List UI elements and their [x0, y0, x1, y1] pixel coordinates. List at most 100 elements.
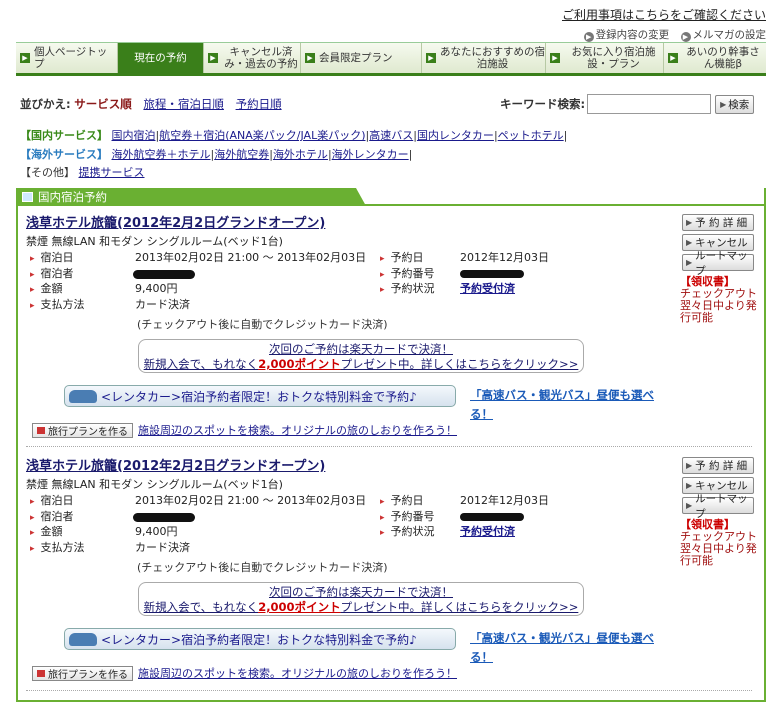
search-button-label: 検索: [728, 98, 750, 111]
service-pet-hotel[interactable]: ペットホテル: [498, 129, 564, 142]
overseas-services: 【海外サービス】 海外航空券＋ホテル|海外航空券|海外ホテル|海外レンタカー|: [20, 148, 413, 161]
search-button[interactable]: ▶ 検索: [715, 94, 755, 114]
field-checkin: 2013年02月02日 21:00 ～ 2013年02月03日: [135, 494, 367, 507]
payment-note: (チェックアウト後に自動でクレジットカード決済): [137, 561, 388, 574]
travel-plan-button[interactable]: 旅行プランを作る: [32, 665, 133, 681]
tab-label: お気に入り宿泊施設・プラン: [571, 46, 656, 70]
promo-line2c: プレゼント中。詳しくはこちらをクリック>>: [340, 600, 579, 614]
status-link[interactable]: 予約受付済: [460, 280, 515, 296]
room-type: 禁煙 無線LAN 和モダン シングルルーム(ベッド1台): [26, 478, 283, 491]
promo-points: 2,000ポイント: [258, 600, 341, 614]
service-domestic-rentacar[interactable]: 国内レンタカー: [417, 129, 494, 142]
travel-plan-button[interactable]: 旅行プランを作る: [32, 422, 133, 438]
change-registration-label[interactable]: 登録内容の変更: [596, 29, 670, 41]
route-map-button[interactable]: ▶ ルートマップ: [682, 493, 754, 520]
keyword-label: キーワード検索:: [500, 97, 586, 111]
detail-button[interactable]: ▶ 予 約 詳 細: [682, 457, 754, 474]
promo-line1: 次回のご予約は楽天カードで決済！: [269, 342, 453, 356]
sort-by-reservation-date[interactable]: 予約日順: [236, 97, 282, 111]
detail-button-label: 予 約 詳 細: [695, 460, 748, 472]
bus-link[interactable]: 「高速バス・観光バス」昼便も選べる！: [470, 629, 660, 667]
hotel-name-link[interactable]: 浅草ホテル旅籠(2012年2月2日グランドオープン): [26, 212, 325, 231]
mail-settings-link[interactable]: ▶ メルマガの設定: [680, 29, 767, 42]
detail-button[interactable]: ▶ 予 約 詳 細: [682, 214, 754, 231]
tab-cancelled-past[interactable]: ▶ キャンセル済み・過去の予約: [204, 43, 301, 73]
service-overseas-hotel[interactable]: 海外ホテル: [273, 148, 328, 161]
bus-link[interactable]: 「高速バス・観光バス」昼便も選べる！: [470, 386, 660, 424]
keyword-search: キーワード検索: ▶ 検索: [500, 94, 755, 114]
change-registration-link[interactable]: ▶ 登録内容の変更: [583, 29, 670, 42]
tab-mypage-top[interactable]: ▶ 個人ページトップ: [16, 43, 118, 73]
service-overseas-rentacar[interactable]: 海外レンタカー: [332, 148, 409, 161]
field-date-label: ▸ 予約日: [380, 251, 424, 264]
promo-line2a: 新規入会で、もれなく: [143, 600, 259, 614]
field-guest-label: ▸ 宿泊者: [30, 510, 74, 523]
service-partner[interactable]: 提携サービス: [79, 166, 145, 179]
field-checkin-label: ▸ 宿泊日: [30, 251, 74, 264]
divider: [26, 690, 752, 691]
field-payment: カード決済: [135, 298, 190, 311]
field-date-label: ▸ 予約日: [380, 494, 424, 507]
field-checkin-label: ▸ 宿泊日: [30, 494, 74, 507]
sort-current: サービス順: [74, 97, 132, 111]
field-price: 9,400円: [135, 282, 178, 295]
arrow-icon: ▶: [686, 258, 693, 267]
field-date: 2012年12月03日: [460, 251, 549, 264]
tab-label: あなたにおすすめの宿泊施設: [440, 46, 545, 70]
rental-car-banner[interactable]: <レンタカー>宿泊予約者限定！おトクな特別料金で予約♪: [64, 385, 456, 407]
field-status-label: ▸ 予約状況: [380, 282, 435, 295]
arrow-icon: ▶: [668, 53, 678, 63]
flag-icon: [37, 669, 45, 677]
arrow-icon: ▶: [686, 461, 693, 470]
field-payment-label: ▸ 支払方法: [30, 298, 85, 311]
car-icon: [69, 632, 97, 646]
guest-redacted: [133, 510, 195, 523]
receipt-body: チェックアウト翌々日中より発行可能: [680, 287, 757, 324]
monitor-icon: [22, 192, 33, 202]
hotel-name-link[interactable]: 浅草ホテル旅籠(2012年2月2日グランドオープン): [26, 455, 325, 474]
divider: [26, 446, 752, 447]
other-label: 【その他】: [20, 166, 75, 179]
section-title: 国内宿泊予約: [38, 190, 107, 204]
tab-recommended[interactable]: ▶ あなたにおすすめの宿泊施設: [422, 43, 546, 73]
travel-plan-label: 旅行プランを作る: [48, 669, 128, 681]
receipt-body: チェックアウト翌々日中より発行可能: [680, 530, 757, 567]
field-number-label: ▸ 予約番号: [380, 510, 435, 523]
receipt-note: 【領収書】 チェックアウト翌々日中より発行可能: [680, 519, 762, 567]
arrow-icon: ▶: [686, 218, 693, 227]
field-date: 2012年12月03日: [460, 494, 549, 507]
service-air-hotel[interactable]: 航空券＋宿泊(ANA楽パック/JAL楽パック): [159, 129, 365, 142]
travel-plan-row: 旅行プランを作る 施設周辺のスポットを検索。オリジナルの旅のしおりを作ろう！: [32, 422, 457, 438]
arrow-icon: ▶: [208, 53, 218, 63]
other-services: 【その他】 提携サービス: [20, 164, 145, 180]
number-redacted: [460, 510, 524, 523]
spot-search-link[interactable]: 施設周辺のスポットを検索。オリジナルの旅のしおりを作ろう！: [138, 665, 457, 681]
service-overseas-air-hotel[interactable]: 海外航空券＋ホテル: [112, 148, 211, 161]
sort-label: 並びかえ:: [20, 97, 71, 111]
mail-settings-label[interactable]: メルマガの設定: [693, 29, 767, 41]
field-number-label: ▸ 予約番号: [380, 267, 435, 280]
keyword-input[interactable]: [587, 94, 712, 114]
rakuten-card-promo[interactable]: 次回のご予約は楽天カードで決済！ 新規入会で、もれなく2,000ポイントプレゼン…: [138, 582, 584, 616]
service-overseas-air[interactable]: 海外航空券: [214, 148, 269, 161]
service-domestic-hotel[interactable]: 国内宿泊: [112, 129, 156, 142]
tab-current-reservations[interactable]: 現在の予約: [118, 43, 204, 73]
rakuten-card-promo[interactable]: 次回のご予約は楽天カードで決済！ 新規入会で、もれなく2,000ポイントプレゼン…: [138, 339, 584, 373]
terms-link[interactable]: ご利用事項はこちらをご確認ください: [562, 6, 766, 23]
tab-favorites[interactable]: ▶ お気に入り宿泊施設・プラン: [546, 43, 664, 73]
route-map-button[interactable]: ▶ ルートマップ: [682, 250, 754, 277]
receipt-note: 【領収書】 チェックアウト翌々日中より発行可能: [680, 276, 762, 324]
tab-ainori[interactable]: ▶ あいのり幹事さん機能β: [664, 43, 764, 73]
tab-member-plans[interactable]: ▶ 会員限定プラン: [301, 43, 422, 73]
status-link[interactable]: 予約受付済: [460, 523, 515, 539]
service-highway-bus[interactable]: 高速バス: [369, 129, 413, 142]
tab-label: 会員限定プラン: [319, 52, 393, 64]
spot-search-link[interactable]: 施設周辺のスポットを検索。オリジナルの旅のしおりを作ろう！: [138, 422, 457, 438]
domestic-services: 【国内サービス】 国内宿泊|航空券＋宿泊(ANA楽パック/JAL楽パック)|高速…: [20, 129, 568, 142]
rental-car-banner[interactable]: <レンタカー>宿泊予約者限定！おトクな特別料金で予約♪: [64, 628, 456, 650]
detail-button-label: 予 約 詳 細: [695, 217, 748, 229]
sort-bar: 並びかえ: サービス順 旅程・宿泊日順 予約日順: [20, 96, 290, 112]
arrow-icon: ▶: [305, 53, 315, 63]
field-payment: カード決済: [135, 541, 190, 554]
sort-by-itinerary[interactable]: 旅程・宿泊日順: [143, 97, 224, 111]
